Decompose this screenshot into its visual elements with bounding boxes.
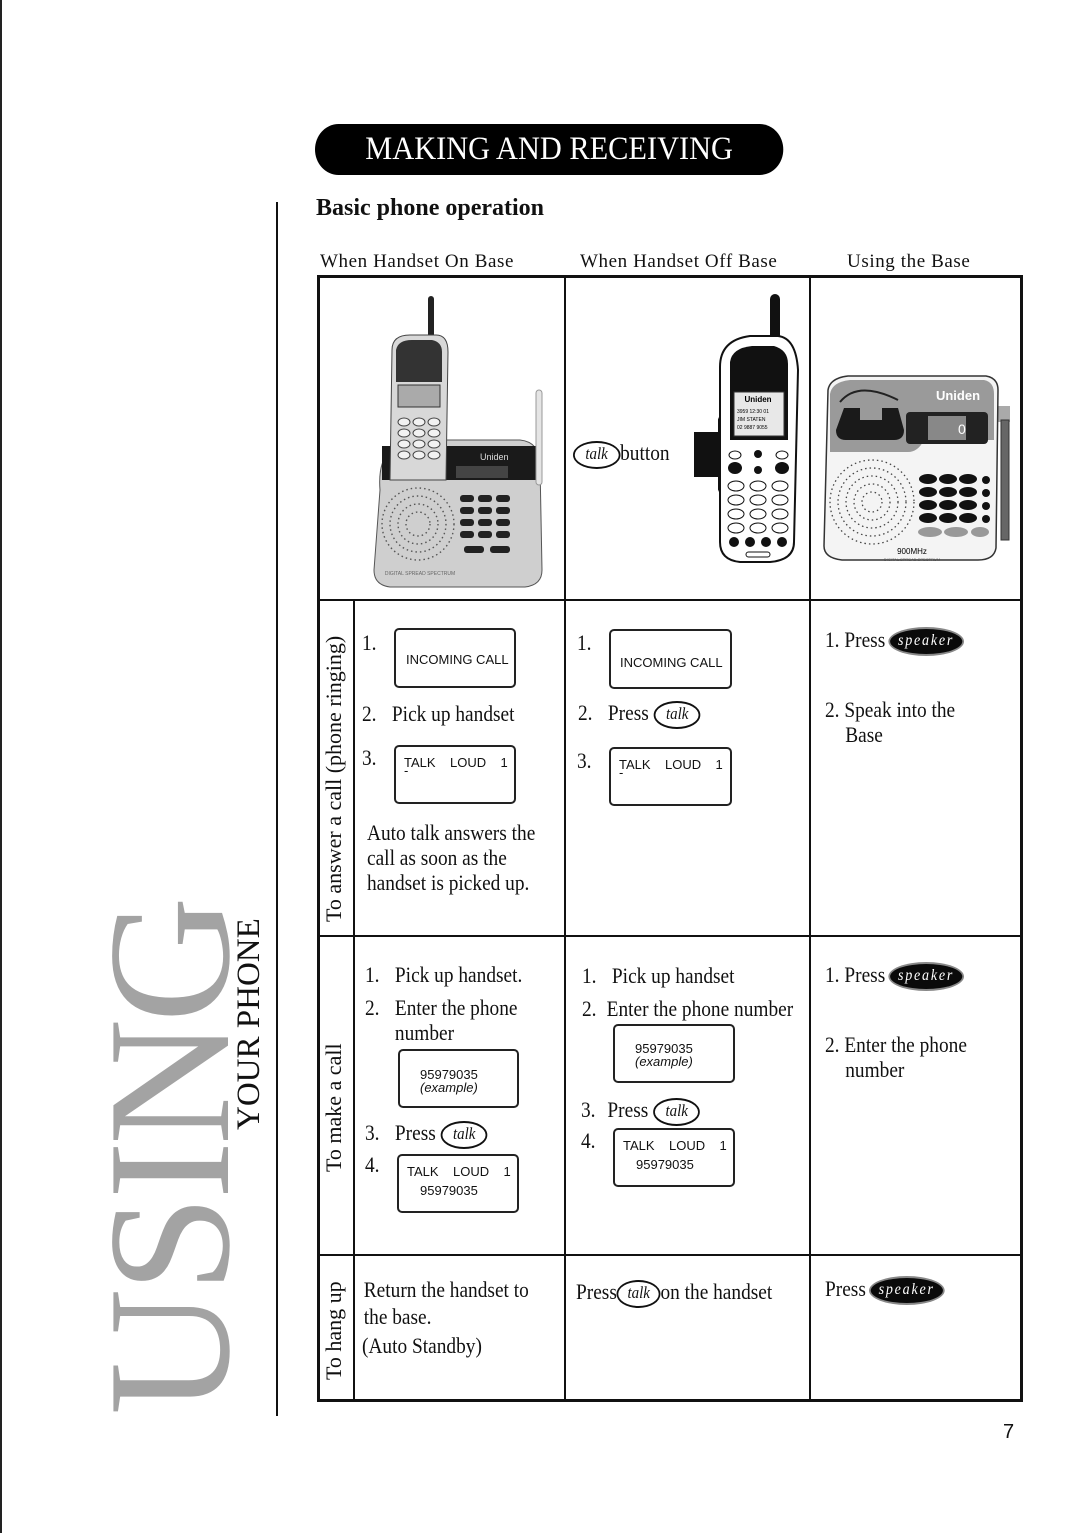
base-unit-illustration: Uniden 0 900MHz DIGITAL SPREAD SPECTRUM: [823, 375, 1010, 562]
handset-on-base-illustration: Uniden DIGITAL SPREAD SPECTRUM: [373, 296, 543, 588]
column-header-off-base: When Handset Off Base: [580, 251, 778, 272]
step-instruction: 1. Pick up handset.: [365, 962, 523, 987]
screen-line: JIM STATEN: [737, 417, 766, 423]
lcd-text: -: [404, 763, 409, 778]
lcd-text: -: [619, 765, 624, 780]
hangup-base-text: Press speaker: [825, 1276, 943, 1304]
lcd-text: INCOMING CALL: [406, 652, 509, 667]
lcd-text: TALK LOUD 1: [407, 1164, 511, 1179]
step-number: 1.: [362, 630, 377, 655]
hangup-off-base-text: Press talk on the handset: [576, 1279, 772, 1308]
side-title-your-phone: YOUR PHONE: [231, 918, 267, 1130]
speaker-button-icon: speaker: [890, 964, 963, 990]
lcd-display: TALK LOUD 1 95979035: [397, 1154, 519, 1213]
row-label-hangup: To hang up: [321, 1281, 346, 1380]
lcd-text: 95979035: [420, 1183, 478, 1198]
callout-label: button: [620, 440, 670, 465]
brand-label: Uniden: [480, 452, 509, 462]
step-instruction: 2. Pick up handset: [362, 701, 515, 726]
step-instruction: 1. Press speaker: [825, 962, 963, 990]
section-heading: Basic phone operation: [316, 195, 545, 221]
step-number: 1.: [577, 630, 592, 655]
lcd-display: TALK LOUD 1 -: [394, 745, 516, 804]
talk-button-icon: talk: [616, 1279, 661, 1308]
step-number: 3.: [577, 748, 592, 773]
frequency-label: 900MHz: [897, 547, 927, 556]
talk-button-icon: talk: [440, 1120, 488, 1149]
lcd-display: INCOMING CALL: [609, 629, 732, 689]
row-label-answer: To answer a call (phone ringing): [321, 635, 346, 922]
lcd-text: TALK LOUD 1: [623, 1138, 727, 1153]
lcd-display: 95979035 (example): [613, 1024, 735, 1083]
table-divider: [564, 276, 566, 1400]
lcd-text: TALK LOUD 1: [619, 757, 723, 772]
table-divider: [318, 1254, 1022, 1256]
lcd-text: (example): [420, 1080, 478, 1095]
talk-button-icon: talk: [653, 1097, 701, 1126]
lcd-display: 95979035 (example): [398, 1049, 519, 1108]
brand-label: Uniden: [936, 388, 980, 403]
hangup-on-base-text: Return the handset to the base. (Auto St…: [362, 1277, 529, 1358]
step-number: 4.: [365, 1152, 380, 1177]
step-instruction: 2. Enter the phone number: [582, 996, 794, 1021]
lcd-display: TALK LOUD 1 95979035: [613, 1128, 735, 1187]
row-label-make: To make a call: [321, 1043, 346, 1172]
table-divider: [353, 600, 355, 1400]
step-instruction: 2. Enter the phone number: [365, 995, 518, 1045]
side-divider: [276, 202, 278, 1416]
step-instruction: 2. Enter the phone number: [825, 1032, 967, 1082]
table-divider: [318, 599, 1022, 601]
lcd-display: TALK LOUD 1 -: [609, 747, 732, 806]
handset-off-base-illustration: Uniden 3959 12:30 01 JIM STATEN 02 9887 …: [694, 294, 800, 563]
step-instruction: 2. Speak into the Base: [825, 697, 956, 747]
step-instruction: 1. Pick up handset: [582, 963, 735, 988]
step-instruction: 3. Press talk: [581, 1097, 701, 1126]
table-divider: [318, 935, 1022, 937]
talk-button-icon: talk: [653, 700, 701, 729]
talk-button-callout: talk button: [573, 440, 670, 469]
step-instruction: 3. Press talk: [365, 1120, 488, 1149]
lcd-display: INCOMING CALL: [394, 628, 516, 688]
caption-label: DIGITAL SPREAD SPECTRUM: [385, 571, 455, 577]
screen-line: 02 9887 9055: [737, 425, 768, 431]
lcd-text: (example): [635, 1054, 693, 1069]
column-header-on-base: When Handset On Base: [320, 251, 515, 272]
caption-label: DIGITAL SPREAD SPECTRUM: [884, 557, 940, 562]
step-number: 4.: [581, 1128, 596, 1153]
page-number: 7: [1003, 1421, 1015, 1443]
lcd-text: INCOMING CALL: [620, 655, 723, 670]
column-header-using-base: Using the Base: [847, 251, 971, 272]
step-instruction: 2. Press talk: [578, 700, 701, 729]
speaker-button-icon: speaker: [890, 629, 963, 655]
title-banner: MAKING AND RECEIVING CALLS: [315, 124, 784, 218]
screen-line: 3959 12:30 01: [737, 409, 769, 415]
step-instruction: 1. Press speaker: [825, 627, 963, 655]
page-edge: [0, 0, 2, 1533]
lcd-text: TALK LOUD 1: [404, 755, 508, 770]
lcd-text: 95979035: [636, 1157, 694, 1172]
step-number: 3.: [362, 745, 377, 770]
speaker-button-icon: speaker: [870, 1278, 943, 1304]
brand-label: Uniden: [744, 395, 771, 404]
auto-talk-note: Auto talk answers the call as soon as th…: [367, 820, 536, 895]
talk-button-icon: talk: [573, 440, 621, 469]
display-digit: 0: [958, 421, 966, 437]
